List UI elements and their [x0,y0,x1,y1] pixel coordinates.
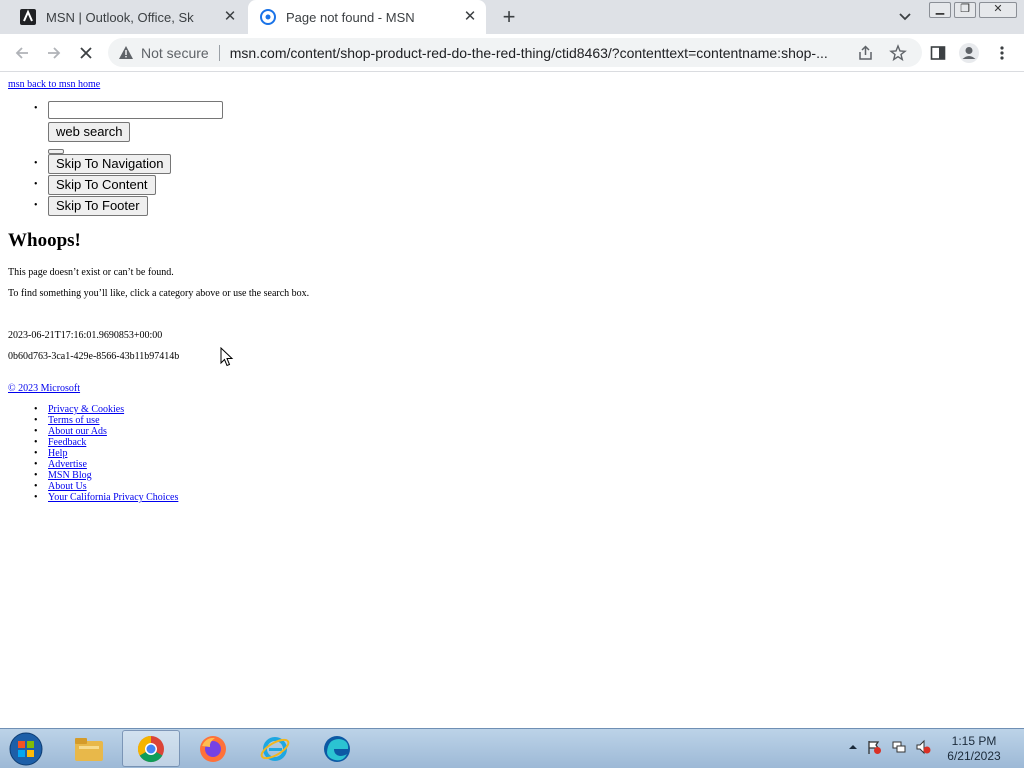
web-search-button[interactable]: web search [48,122,131,142]
close-window-icon[interactable]: ✕ [979,2,1017,18]
close-tab-icon[interactable]: ✕ [462,9,478,25]
msn-favicon-icon [20,9,36,25]
list-bullet: • [34,158,38,169]
back-arrow-icon[interactable] [10,41,34,65]
list-bullet: • [34,179,38,190]
footer-links: Privacy & Cookies Terms of use About our… [34,404,178,503]
timestamp: 2023-06-21T17:16:01.9690853+00:00 [8,330,163,341]
profile-avatar-icon[interactable] [957,41,981,65]
firefox-icon[interactable] [184,730,242,767]
footer-link-terms[interactable]: Terms of use [34,415,178,426]
forward-arrow-icon[interactable] [42,41,66,65]
network-icon[interactable] [891,739,907,755]
divider [218,44,220,61]
edge-icon[interactable] [308,730,366,767]
footer-link-advertise[interactable]: Advertise [34,459,178,470]
chevron-down-icon[interactable] [896,8,914,26]
list-bullet: • [34,200,38,211]
footer-link-about-ads[interactable]: About our Ads [34,426,178,437]
minimize-window-icon[interactable]: ▁ [929,2,951,18]
copyright-link[interactable]: © 2023 Microsoft [8,383,80,394]
action-center-flag-icon[interactable] [866,739,882,755]
internet-explorer-icon[interactable] [246,730,304,767]
warning-triangle-icon[interactable] [118,45,134,61]
taskbar: 1:15 PM 6/21/2023 [0,728,1024,768]
search-input[interactable] [48,101,223,119]
skip-to-navigation-button[interactable]: Skip To Navigation [48,154,172,174]
msn-butterfly-icon [260,9,276,25]
volume-muted-icon[interactable] [915,739,931,755]
tab-msn-home[interactable]: MSN | Outlook, Office, Skype, Bing ✕ [0,0,246,34]
show-hidden-icons-icon[interactable] [845,739,861,755]
tab-strip: MSN | Outlook, Office, Skype, Bing ✕ Pag… [0,0,1024,34]
new-tab-icon[interactable]: + [498,6,520,28]
tab-title: Page not found - MSN [286,9,415,25]
skip-to-content-button[interactable]: Skip To Content [48,175,156,195]
footer-link-feedback[interactable]: Feedback [34,437,178,448]
request-id: 0b60d763-3ca1-429e-8566-43b11b97414b [8,351,180,362]
url-text[interactable]: msn.com/content/shop-product-red-do-the-… [230,45,848,61]
side-panel-icon[interactable] [926,41,950,65]
share-icon[interactable] [857,44,875,62]
back-to-msn-home-link[interactable]: msn back to msn home [8,79,100,90]
bookmark-star-icon[interactable] [889,44,907,62]
web-page: msn back to msn home • web search • Skip… [0,72,1024,728]
start-button[interactable] [8,732,44,766]
footer-link-california-privacy[interactable]: Your California Privacy Choices [34,492,178,503]
address-bar[interactable]: Not secure msn.com/content/shop-product-… [108,38,922,67]
chrome-icon[interactable] [122,730,180,767]
restore-window-icon[interactable]: ❐ [954,2,976,18]
more-menu-icon[interactable] [990,41,1014,65]
clock-time: 1:15 PM [951,734,997,748]
page-heading: Whoops! [8,230,81,251]
skip-to-footer-button[interactable]: Skip To Footer [48,196,148,216]
footer-link-privacy[interactable]: Privacy & Cookies [34,404,178,415]
clock-date: 6/21/2023 [947,749,1001,763]
tab-page-not-found[interactable]: Page not found - MSN ✕ [248,0,486,34]
tab-title: MSN | Outlook, Office, Skype, Bing [46,9,194,25]
footer-link-about-us[interactable]: About Us [34,481,178,492]
list-bullet: • [34,103,38,114]
footer-link-help[interactable]: Help [34,448,178,459]
stop-loading-icon[interactable] [74,41,98,65]
browser-toolbar: Not secure msn.com/content/shop-product-… [0,34,1024,72]
close-tab-icon[interactable]: ✕ [222,9,238,25]
mouse-cursor-icon [220,346,234,367]
security-status-label[interactable]: Not secure [141,45,209,61]
file-explorer-icon[interactable] [60,730,118,767]
not-found-message: This page doesn’t exist or can’t be foun… [8,267,174,278]
footer-link-msn-blog[interactable]: MSN Blog [34,470,178,481]
system-clock[interactable]: 1:15 PM 6/21/2023 [938,734,1010,764]
search-suggestion-message: To find something you’ll like, click a c… [8,288,310,299]
